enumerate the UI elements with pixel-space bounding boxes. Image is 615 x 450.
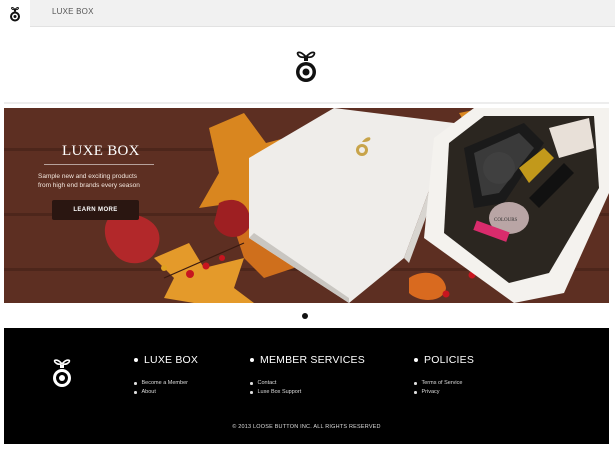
footer-link-label: About: [141, 389, 156, 395]
bullet-icon: [414, 382, 417, 385]
footer-col-luxe-box: LUXE BOX Become a Member About: [134, 354, 198, 397]
footer-link-label: Privacy: [421, 389, 440, 395]
product-label: COLOURS: [494, 218, 518, 223]
hero-subtitle-line1: Sample new and exciting products: [38, 173, 138, 180]
hero-title: LUXE BOX: [62, 143, 140, 159]
footer-link-label: Contact: [257, 380, 277, 386]
top-brand-link[interactable]: LUXE BOX: [52, 7, 94, 16]
copyright-text: © 2013 LOOSE BUTTON INC. ALL RIGHTS RESE…: [232, 424, 381, 430]
top-logo-link[interactable]: [0, 0, 30, 27]
footer-link-label: Become a Member: [141, 380, 188, 386]
bullet-icon: [250, 358, 254, 362]
footer-link-contact[interactable]: Contact: [250, 379, 365, 388]
learn-more-button[interactable]: LEARN MORE: [52, 200, 139, 220]
footer-link-privacy[interactable]: Privacy: [414, 388, 474, 397]
footer-link-become-member[interactable]: Become a Member: [134, 379, 198, 388]
hero-divider: [44, 164, 154, 165]
bullet-icon: [134, 358, 138, 362]
footer-link-about[interactable]: About: [134, 388, 198, 397]
footer-col-title: MEMBER SERVICES: [260, 354, 365, 366]
footer-col-title: POLICIES: [424, 354, 475, 366]
hero-subtitle-line2: from high end brands every season: [38, 182, 140, 189]
footer: LUXE BOX Become a Member About MEMBER SE…: [4, 328, 609, 444]
top-bar: LUXE BOX: [0, 0, 615, 27]
header-divider: [4, 102, 609, 104]
hero-banner: COLOURS LUXE BOX Sample new and exciting…: [4, 108, 609, 303]
ornament-bow-icon: [10, 6, 20, 21]
bullet-icon: [250, 382, 253, 385]
footer-col-title: LUXE BOX: [144, 354, 199, 366]
carousel-dot[interactable]: [302, 313, 308, 319]
footer-link-terms[interactable]: Terms of Service: [414, 379, 474, 388]
footer-col-member-services: MEMBER SERVICES Contact Luxe Box Support: [250, 354, 365, 397]
ornament-bow-icon[interactable]: [293, 48, 319, 84]
bullet-icon: [250, 391, 253, 394]
footer-col-policies: POLICIES Terms of Service Privacy: [414, 354, 474, 397]
footer-link-label: Luxe Box Support: [257, 389, 302, 395]
bullet-icon: [134, 382, 137, 385]
footer-link-support[interactable]: Luxe Box Support: [250, 388, 365, 397]
ornament-bow-icon[interactable]: [51, 356, 73, 390]
footer-link-label: Terms of Service: [421, 380, 463, 386]
bullet-icon: [414, 391, 417, 394]
bullet-icon: [414, 358, 418, 362]
bullet-icon: [134, 391, 137, 394]
hero-subtitle: Sample new and exciting products from hi…: [38, 172, 168, 190]
